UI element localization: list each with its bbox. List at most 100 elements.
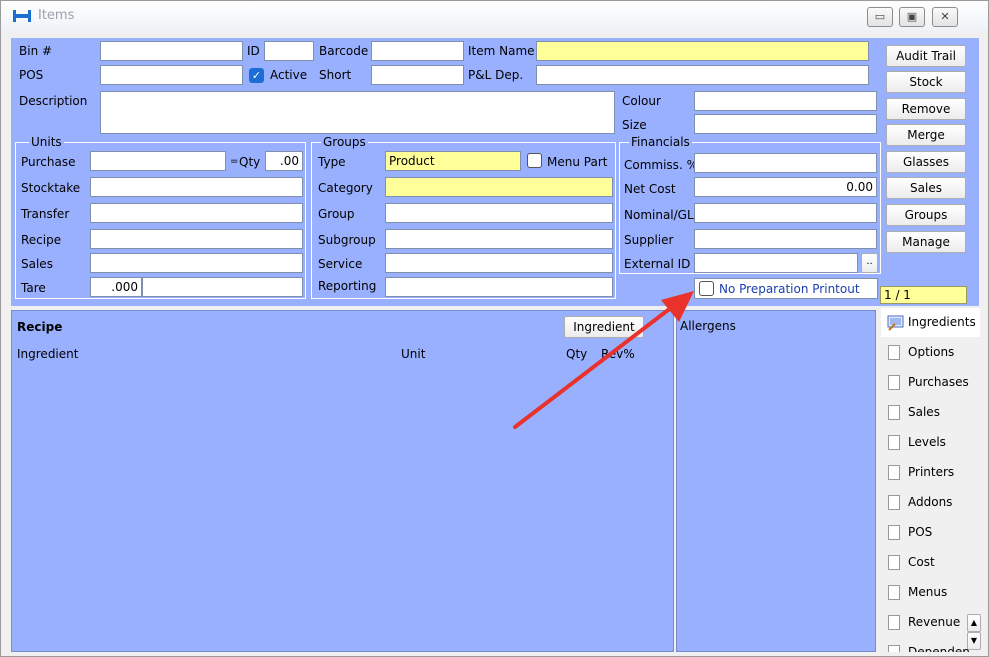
item-name-label: Item Name xyxy=(468,44,535,58)
pos-field[interactable] xyxy=(100,65,243,85)
tab-dependencies-label: Dependen xyxy=(908,645,970,652)
external-id-browse-button[interactable]: .. xyxy=(861,253,878,273)
maximize-button[interactable]: ▣ xyxy=(899,7,925,27)
subgroup-label: Subgroup xyxy=(318,233,376,247)
record-counter: 1 / 1 xyxy=(880,286,967,304)
glasses-button[interactable]: Glasses xyxy=(886,151,966,173)
units-group-title: Units xyxy=(29,135,64,149)
id-field[interactable] xyxy=(264,41,314,61)
title-bar: Items ▭ ▣ ✕ xyxy=(1,1,988,31)
tab-options[interactable]: Options xyxy=(881,338,980,367)
subgroup-field[interactable] xyxy=(385,229,613,249)
minimize-icon: ▭ xyxy=(874,10,886,23)
purchase-unit-field[interactable] xyxy=(90,151,226,171)
minimize-button[interactable]: ▭ xyxy=(867,7,893,27)
category-field[interactable] xyxy=(385,177,613,197)
tab-ingredients-label: Ingredients xyxy=(908,315,976,329)
purchase-label: Purchase xyxy=(21,155,76,169)
transfer-unit-field[interactable] xyxy=(90,203,303,223)
tabs-scroll-down-button[interactable]: ▼ xyxy=(967,632,981,650)
document-icon xyxy=(888,585,900,600)
items-window: Items ▭ ▣ ✕ Bin # ID Barcode Item Name P… xyxy=(0,0,989,657)
service-field[interactable] xyxy=(385,253,613,273)
size-label: Size xyxy=(622,118,647,132)
tab-pos[interactable]: POS xyxy=(881,518,980,547)
external-id-field[interactable] xyxy=(694,253,858,273)
pos-label: POS xyxy=(19,68,44,82)
sales-button[interactable]: Sales xyxy=(886,177,966,199)
tab-cost[interactable]: Cost xyxy=(881,548,980,577)
nominal-gl-field[interactable] xyxy=(694,203,877,223)
external-id-label: External ID xyxy=(624,257,691,271)
tare-label: Tare xyxy=(21,281,46,295)
tab-purchases[interactable]: Purchases xyxy=(881,368,980,397)
commiss-field[interactable] xyxy=(694,153,877,173)
tare-field[interactable]: .000 xyxy=(90,277,142,297)
tab-levels[interactable]: Levels xyxy=(881,428,980,457)
audit-trail-button[interactable]: Audit Trail xyxy=(886,45,966,67)
item-name-field[interactable] xyxy=(536,41,869,61)
groups-button[interactable]: Groups xyxy=(886,204,966,226)
items-app-icon xyxy=(13,10,31,22)
tare-extra-field[interactable] xyxy=(142,277,303,297)
manage-button[interactable]: Manage xyxy=(886,231,966,253)
stocktake-unit-field[interactable] xyxy=(90,177,303,197)
active-checkbox[interactable]: ✓ xyxy=(249,68,264,83)
document-icon xyxy=(888,435,900,450)
active-label: Active xyxy=(270,68,308,82)
supplier-label: Supplier xyxy=(624,233,674,247)
tab-sales[interactable]: Sales xyxy=(881,398,980,427)
group-field[interactable] xyxy=(385,203,613,223)
merge-button[interactable]: Merge xyxy=(886,124,966,146)
document-icon xyxy=(888,495,900,510)
tab-revenue[interactable]: Revenue xyxy=(881,608,980,637)
supplier-field[interactable] xyxy=(694,229,877,249)
sales-unit-field[interactable] xyxy=(90,253,303,273)
document-icon xyxy=(888,345,900,360)
menu-part-checkbox[interactable] xyxy=(527,153,542,168)
barcode-field[interactable] xyxy=(371,41,464,61)
colour-field[interactable] xyxy=(694,91,877,111)
no-prep-printout-checkbox[interactable] xyxy=(699,281,714,296)
add-ingredient-button[interactable]: Ingredient xyxy=(564,316,644,338)
recipe-unit-label: Recipe xyxy=(21,233,62,247)
tab-sales-label: Sales xyxy=(908,405,940,419)
stock-button[interactable]: Stock xyxy=(886,71,966,93)
document-icon xyxy=(888,645,900,652)
pl-dep-field[interactable] xyxy=(536,65,869,85)
description-field[interactable] xyxy=(100,91,615,134)
tab-menus[interactable]: Menus xyxy=(881,578,980,607)
sales-unit-label: Sales xyxy=(21,257,53,271)
tab-pos-label: POS xyxy=(908,525,933,539)
ingredients-icon xyxy=(887,315,904,331)
recipe-unit-field[interactable] xyxy=(90,229,303,249)
tab-printers[interactable]: Printers xyxy=(881,458,980,487)
col-rev: Rev% xyxy=(601,347,635,361)
bin-field[interactable] xyxy=(100,41,243,61)
reporting-field[interactable] xyxy=(385,277,613,297)
type-field[interactable]: Product xyxy=(385,151,521,171)
qty-field[interactable]: .00 xyxy=(265,151,303,171)
groups-group-title: Groups xyxy=(321,135,368,149)
equals-sign: = xyxy=(230,156,239,167)
tab-printers-label: Printers xyxy=(908,465,955,479)
reporting-label: Reporting xyxy=(318,279,377,293)
size-field[interactable] xyxy=(694,114,877,134)
window-title: Items xyxy=(38,8,75,23)
stocktake-label: Stocktake xyxy=(21,181,81,195)
nominal-gl-label: Nominal/GL xyxy=(624,208,694,222)
close-button[interactable]: ✕ xyxy=(932,7,958,27)
remove-button[interactable]: Remove xyxy=(886,98,966,120)
tabs-scroll-up-button[interactable]: ▲ xyxy=(967,614,981,632)
net-cost-field[interactable]: 0.00 xyxy=(694,177,877,197)
no-prep-printout-label: No Preparation Printout xyxy=(719,282,860,296)
short-field[interactable] xyxy=(371,65,464,85)
net-cost-label: Net Cost xyxy=(624,182,676,196)
tab-ingredients[interactable]: Ingredients xyxy=(881,308,980,337)
tab-dependencies[interactable]: Dependen xyxy=(881,638,980,652)
tab-addons[interactable]: Addons xyxy=(881,488,980,517)
tab-revenue-label: Revenue xyxy=(908,615,961,629)
pl-dep-label: P&L Dep. xyxy=(468,68,524,82)
document-icon xyxy=(888,555,900,570)
group-label: Group xyxy=(318,207,355,221)
